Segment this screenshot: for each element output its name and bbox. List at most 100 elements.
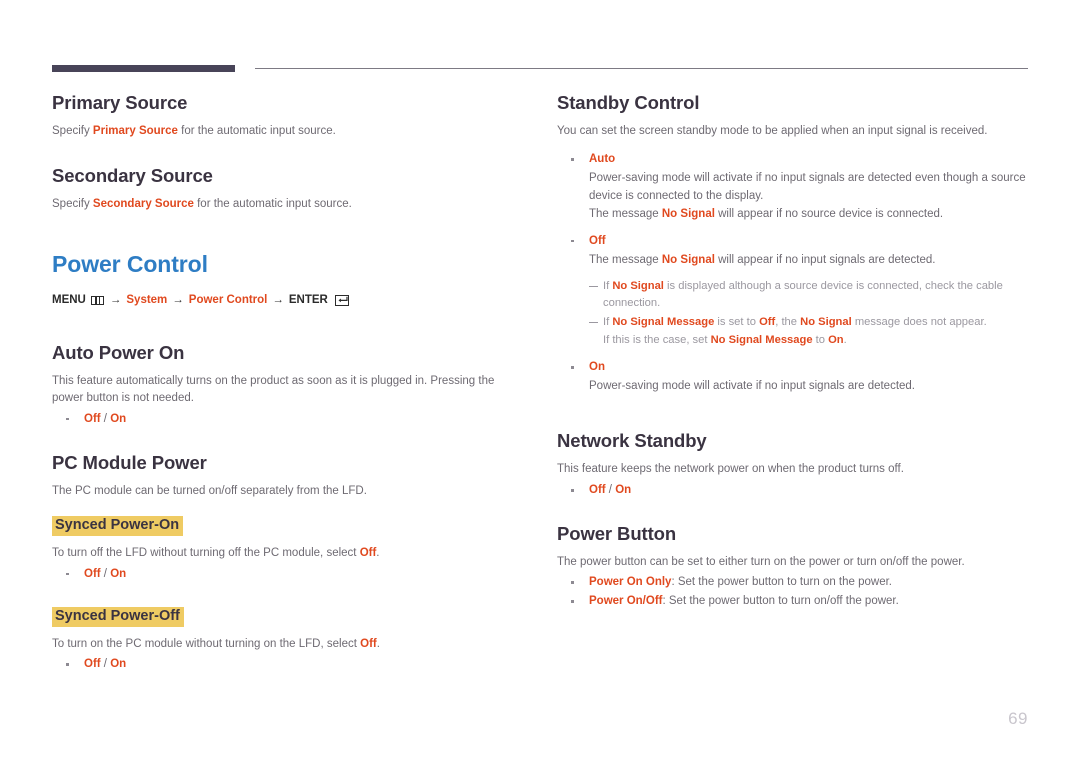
- heading-synced-power-off: Synced Power-Off: [52, 606, 184, 627]
- detail-off-line1: The message No Signal will appear if no …: [589, 252, 1028, 269]
- note1-pre: If: [603, 279, 613, 292]
- menu-grid-icon: [90, 295, 104, 305]
- document-page: Primary Source Specify Primary Source fo…: [0, 0, 1080, 763]
- menu-path: MENU → System → Power Control → ENTER: [52, 293, 527, 308]
- option-on[interactable]: On: [110, 413, 126, 425]
- note2-cont-post: .: [843, 334, 847, 347]
- desc-synced-power-off: To turn on the PC module without turning…: [52, 636, 527, 653]
- term-synced-power-off-off: Off: [360, 637, 377, 650]
- detail-auto: Power-saving mode will activate if no in…: [557, 170, 1028, 223]
- options-standby-control: Auto: [557, 151, 1028, 169]
- heading-network-standby: Network Standby: [557, 430, 707, 452]
- note2-mid2: , the: [775, 315, 801, 328]
- enter-key-icon: [334, 294, 349, 306]
- detail-on: Power-saving mode will activate if no in…: [557, 378, 1028, 395]
- option-off[interactable]: Off: [84, 568, 101, 580]
- note2-cont-mid: to: [812, 334, 829, 347]
- option-on[interactable]: On: [110, 568, 126, 580]
- detail-off-line1-post: will appear if no input signals are dete…: [714, 253, 936, 266]
- term-no-signal: No Signal: [800, 315, 852, 328]
- note2-post: message does not appear.: [851, 315, 987, 328]
- desc-power-button: The power button can be set to either tu…: [557, 555, 965, 568]
- term-secondary-source: Secondary Source: [92, 198, 194, 211]
- option-off[interactable]: Off: [589, 235, 606, 247]
- option-power-on-only[interactable]: Power On Only: [589, 576, 671, 588]
- menu-path-arrow-1: →: [109, 293, 122, 306]
- detail-auto-line2-pre: The message: [589, 208, 662, 221]
- options-synced-power-off: Off / On: [52, 656, 527, 674]
- desc-secondary-source-post: for the automatic input source.: [193, 198, 352, 211]
- list-item: Power On/Off: Set the power button to tu…: [557, 593, 1028, 611]
- menu-path-item-system: System: [126, 293, 168, 306]
- option-auto[interactable]: Auto: [589, 153, 615, 165]
- list-item: Off / On: [52, 656, 527, 674]
- term-synced-power-on-off: Off: [359, 547, 377, 560]
- desc-secondary-source: Specify Secondary Source for the automat…: [52, 196, 527, 213]
- desc-network-standby: This feature keeps the network power on …: [557, 463, 904, 476]
- desc-synced-power-off-post: .: [376, 637, 380, 650]
- option-on[interactable]: On: [589, 361, 605, 373]
- desc-synced-power-on: To turn off the LFD without turning off …: [52, 545, 527, 562]
- heading-power-button: Power Button: [557, 522, 677, 544]
- heading-primary-source: Primary Source: [52, 92, 188, 113]
- menu-path-arrow-3: →: [272, 293, 284, 306]
- term-no-signal: No Signal: [661, 253, 715, 266]
- option-off[interactable]: Off: [589, 484, 606, 496]
- note-no-signal-message: If No Signal Message is set to Off, the …: [557, 314, 1028, 331]
- detail-on-line1: Power-saving mode will activate if no in…: [589, 379, 916, 392]
- header-rule: [52, 62, 1028, 76]
- options-standby-off: Off: [557, 233, 1028, 251]
- term-no-signal-message: No Signal Message: [710, 334, 813, 347]
- menu-path-menu-label: MENU: [52, 293, 86, 306]
- heading-standby-control: Standby Control: [557, 92, 700, 113]
- detail-auto-line1: Power-saving mode will activate if no in…: [589, 172, 1026, 202]
- header-rule-thin: [255, 68, 1028, 69]
- term-off: Off: [759, 315, 776, 328]
- heading-power-control: Power Control: [52, 250, 208, 277]
- desc-synced-power-on-post: .: [376, 547, 380, 560]
- option-on[interactable]: On: [615, 484, 631, 496]
- desc-primary-source-post: for the automatic input source.: [177, 125, 336, 137]
- option-on[interactable]: On: [110, 658, 126, 670]
- option-off[interactable]: Off: [84, 658, 101, 670]
- bullet-icon: [571, 581, 574, 584]
- note1-post: is displayed although a source device is…: [603, 279, 1003, 309]
- desc-standby-control: You can set the screen standby mode to b…: [557, 125, 988, 137]
- option-off[interactable]: Off: [84, 413, 101, 425]
- option-separator: /: [100, 412, 111, 425]
- term-primary-source: Primary Source: [92, 125, 178, 137]
- desc-synced-power-off-pre: To turn on the PC module without turning…: [52, 637, 361, 650]
- bullet-icon: [571, 488, 574, 492]
- option-separator: /: [100, 567, 111, 580]
- term-on: On: [828, 334, 844, 347]
- note2-mid1: is set to: [714, 315, 760, 328]
- desc-auto-power-on: This feature automatically turns on the …: [52, 374, 495, 405]
- term-no-signal: No Signal: [661, 208, 715, 221]
- option-separator: /: [100, 658, 111, 671]
- options-standby-on: On: [557, 359, 1028, 377]
- bullet-icon: [66, 663, 69, 666]
- dash-icon: [589, 285, 598, 288]
- menu-path-arrow-2: →: [172, 293, 184, 306]
- desc-pc-module-power: The PC module can be turned on/off separ…: [52, 484, 367, 497]
- bullet-icon: [571, 366, 574, 369]
- list-item: Off / On: [557, 482, 1028, 500]
- list-item: Power On Only: Set the power button to t…: [557, 574, 1028, 592]
- heading-auto-power-on: Auto Power On: [52, 341, 185, 363]
- menu-path-item-power-control: Power Control: [188, 293, 268, 306]
- option-power-on-off[interactable]: Power On/Off: [589, 595, 662, 607]
- desc-synced-power-on-pre: To turn off the LFD without turning off …: [52, 547, 360, 560]
- option-power-on-off-text: : Set the power button to turn on/off th…: [662, 595, 899, 607]
- options-network-standby: Off / On: [557, 482, 1028, 500]
- dash-icon: [589, 321, 598, 323]
- list-item: Off / On: [52, 411, 527, 429]
- option-power-on-only-text: : Set the power button to turn on the po…: [671, 576, 892, 589]
- heading-secondary-source: Secondary Source: [52, 165, 213, 187]
